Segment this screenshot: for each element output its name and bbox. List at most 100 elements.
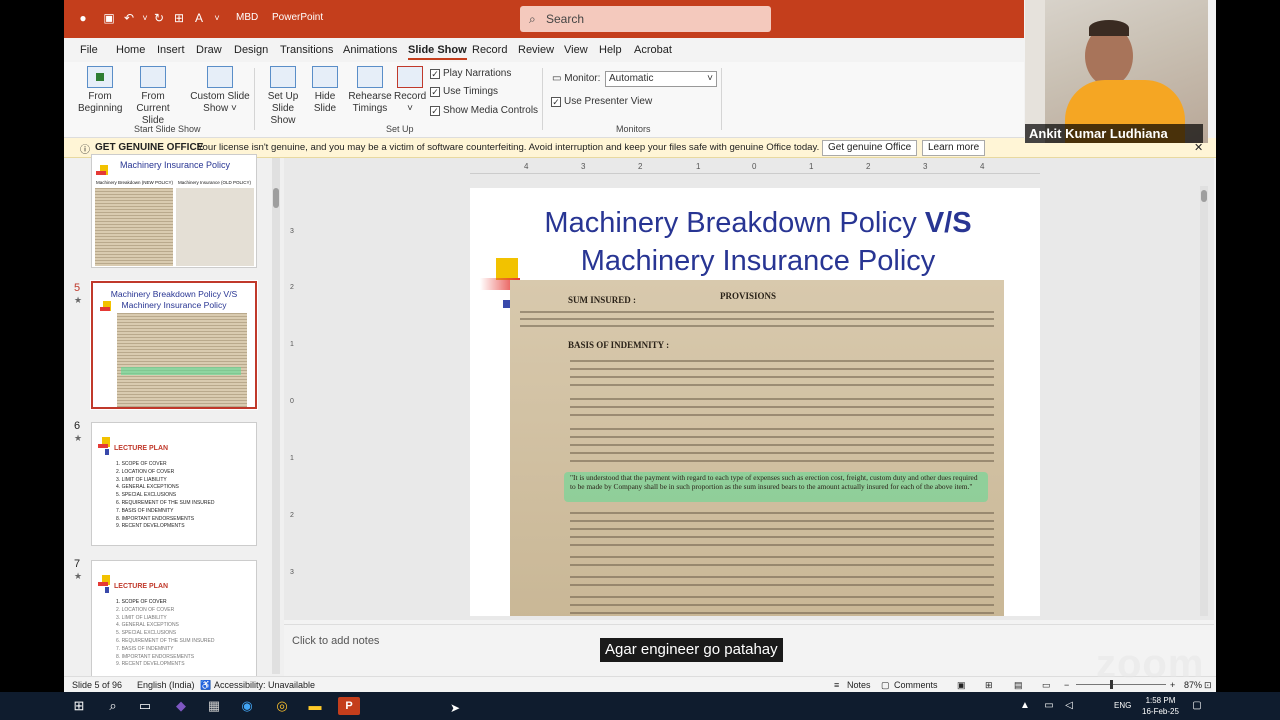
- play-narrations-checkbox[interactable]: ✓ Play Narrations: [430, 68, 511, 80]
- slide-number: 6: [74, 420, 81, 432]
- powerpoint-taskbar-icon[interactable]: P: [338, 697, 360, 715]
- custom-show-icon: [207, 66, 233, 88]
- setup-label-2: Slide Show: [270, 103, 296, 126]
- slide-sorter-icon[interactable]: ⊞: [985, 680, 993, 691]
- get-genuine-office-button[interactable]: Get genuine Office: [822, 140, 918, 156]
- input-language[interactable]: ENG: [1114, 701, 1131, 710]
- calculator-icon[interactable]: ▦: [205, 697, 223, 715]
- learn-more-button[interactable]: Learn more: [922, 140, 986, 156]
- play-from-start-icon: [87, 66, 113, 88]
- from-beginning-label-2: Beginning: [78, 103, 123, 114]
- group-label-start-slide-show: Start Slide Show: [134, 124, 201, 134]
- list-item-text: LIMIT OF LIABILITY: [121, 476, 167, 483]
- tab-animations[interactable]: Animations: [343, 44, 397, 56]
- tab-slide-show[interactable]: Slide Show: [408, 44, 467, 60]
- list-item: 5. SPECIAL EXCLUSIONS: [116, 630, 177, 637]
- tab-acrobat[interactable]: Acrobat: [634, 44, 672, 56]
- search-icon[interactable]: ⌕: [104, 697, 122, 715]
- use-presenter-view-checkbox[interactable]: ✓ Use Presenter View: [551, 96, 652, 108]
- volume-icon[interactable]: ◁: [1060, 697, 1078, 715]
- title-bar: ● ▣ ↶ ˅ ↻ ⊞ A ˅ MBD PowerPoint ⌕ Search: [64, 0, 1024, 38]
- clock-time: 1:58 PM: [1145, 696, 1176, 705]
- tab-design[interactable]: Design: [234, 44, 268, 56]
- tab-review[interactable]: Review: [518, 44, 554, 56]
- undo-icon[interactable]: ↶: [122, 11, 136, 25]
- present-icon[interactable]: ⊞: [172, 11, 186, 25]
- save-icon[interactable]: ▣: [102, 11, 116, 25]
- notes-icon: ≡: [834, 680, 840, 690]
- fit-to-window-icon[interactable]: ⊡: [1204, 680, 1212, 691]
- accessibility-icon: ♿: [200, 680, 212, 690]
- redo-icon[interactable]: ↻: [152, 11, 166, 25]
- monitor-select[interactable]: Automatic ˅: [605, 71, 717, 87]
- chrome-icon[interactable]: ◎: [273, 697, 291, 715]
- zoom-out-icon[interactable]: −: [1064, 680, 1069, 690]
- from-current-slide-button[interactable]: From Current Slide: [124, 66, 182, 127]
- customize-toolbar-icon[interactable]: ˅: [210, 11, 224, 25]
- notes-button[interactable]: Notes: [847, 680, 871, 690]
- windows-start-icon[interactable]: ⊞: [70, 697, 88, 715]
- slide-thumbnail-4[interactable]: Machinery Insurance Policy Machinery Bre…: [91, 154, 257, 268]
- task-view-icon[interactable]: ▭: [136, 697, 154, 715]
- tab-help[interactable]: Help: [599, 44, 622, 56]
- slide-title[interactable]: Machinery Breakdown Policy V/S Machinery…: [470, 204, 1040, 280]
- slide-scrollbar[interactable]: [1200, 186, 1208, 616]
- tab-file[interactable]: File: [80, 44, 98, 56]
- thumb-lecture-plan-title: LECTURE PLAN: [114, 583, 169, 590]
- slideshow-view-icon[interactable]: ▭: [1042, 680, 1051, 691]
- decoration: [96, 171, 106, 175]
- from-beginning-button[interactable]: From Beginning: [78, 66, 122, 115]
- search-icon: ⌕: [529, 12, 536, 26]
- set-up-slide-show-button[interactable]: Set Up Slide Show: [260, 66, 306, 127]
- notes-placeholder: Click to add notes: [292, 635, 380, 647]
- normal-view-icon[interactable]: ▣: [957, 680, 966, 691]
- network-icon[interactable]: ▭: [1040, 697, 1058, 715]
- list-item-text: GENERAL EXCEPTIONS: [121, 622, 179, 629]
- file-explorer-icon[interactable]: ▬: [306, 697, 324, 715]
- slide-thumbnail-6[interactable]: LECTURE PLAN 1. SCOPE OF COVER 2. LOCATI…: [91, 422, 257, 546]
- slide-thumbnail-5[interactable]: Machinery Breakdown Policy V/S Machinery…: [90, 280, 258, 410]
- reading-view-icon[interactable]: ▤: [1014, 680, 1023, 691]
- tab-transitions[interactable]: Transitions: [280, 44, 333, 56]
- copilot-icon[interactable]: ◆: [172, 697, 190, 715]
- language-indicator[interactable]: English (India): [137, 680, 195, 690]
- notifications-icon[interactable]: ▢: [1188, 697, 1206, 715]
- slide-number: 5: [74, 282, 81, 294]
- show-media-controls-checkbox[interactable]: ✓ Show Media Controls: [430, 105, 538, 117]
- current-slide[interactable]: Machinery Breakdown Policy V/S Machinery…: [470, 188, 1040, 616]
- thumb-title: Machinery Insurance Policy: [120, 160, 231, 170]
- tab-view[interactable]: View: [564, 44, 588, 56]
- scanned-policy-document-image[interactable]: PROVISIONS SUM INSURED : BASIS OF INDEMN…: [510, 280, 1004, 616]
- rehearse-timings-button[interactable]: Rehearse Timings: [348, 66, 392, 115]
- doc-text-line: [570, 528, 994, 530]
- windows-taskbar: ⊞ ⌕ ▭ ◆ ▦ ◉ ◎ ▬ P ➤ ▲ ▭ ◁ ENG 1:58 PM 16…: [0, 692, 1280, 720]
- scrollbar-thumb[interactable]: [273, 188, 279, 208]
- tab-insert[interactable]: Insert: [157, 44, 185, 56]
- undo-dropdown-icon[interactable]: ˅: [138, 11, 152, 25]
- search-input[interactable]: ⌕ Search: [520, 6, 771, 32]
- list-item-text: IMPORTANT ENDORSEMENTS: [121, 653, 195, 660]
- text-icon[interactable]: A: [192, 11, 206, 25]
- hide-slide-button[interactable]: Hide Slide: [310, 66, 340, 115]
- tab-home[interactable]: Home: [116, 44, 145, 56]
- custom-slide-show-button[interactable]: Custom Slide Show ˅: [190, 66, 250, 115]
- animation-star-icon: ★: [74, 433, 83, 443]
- scanned-page-image: [117, 313, 247, 407]
- slide-thumbnail-7[interactable]: LECTURE PLAN 1. SCOPE OF COVER 2. LOCATI…: [91, 560, 257, 680]
- scrollbar-thumb[interactable]: [1201, 190, 1207, 202]
- checkbox-checked-icon: ✓: [430, 106, 440, 116]
- use-timings-checkbox[interactable]: ✓ Use Timings: [430, 86, 498, 98]
- thumbnail-scrollbar[interactable]: [272, 158, 280, 674]
- tray-icon[interactable]: ▲: [1016, 697, 1034, 715]
- tab-record[interactable]: Record: [472, 44, 507, 56]
- accessibility-status[interactable]: Accessibility: Unavailable: [214, 680, 315, 690]
- autosave-icon[interactable]: ●: [76, 11, 90, 25]
- edge-icon[interactable]: ◉: [238, 697, 256, 715]
- tab-draw[interactable]: Draw: [196, 44, 222, 56]
- record-button[interactable]: Record ˅: [394, 66, 426, 115]
- list-item-text: REQUIREMENT OF THE SUM INSURED: [121, 499, 215, 506]
- comments-button[interactable]: Comments: [894, 680, 938, 690]
- list-item: 6. REQUIREMENT OF THE SUM INSURED: [116, 499, 215, 506]
- system-clock[interactable]: 1:58 PM 16-Feb-25: [1142, 695, 1179, 717]
- doc-text-line: [570, 444, 994, 446]
